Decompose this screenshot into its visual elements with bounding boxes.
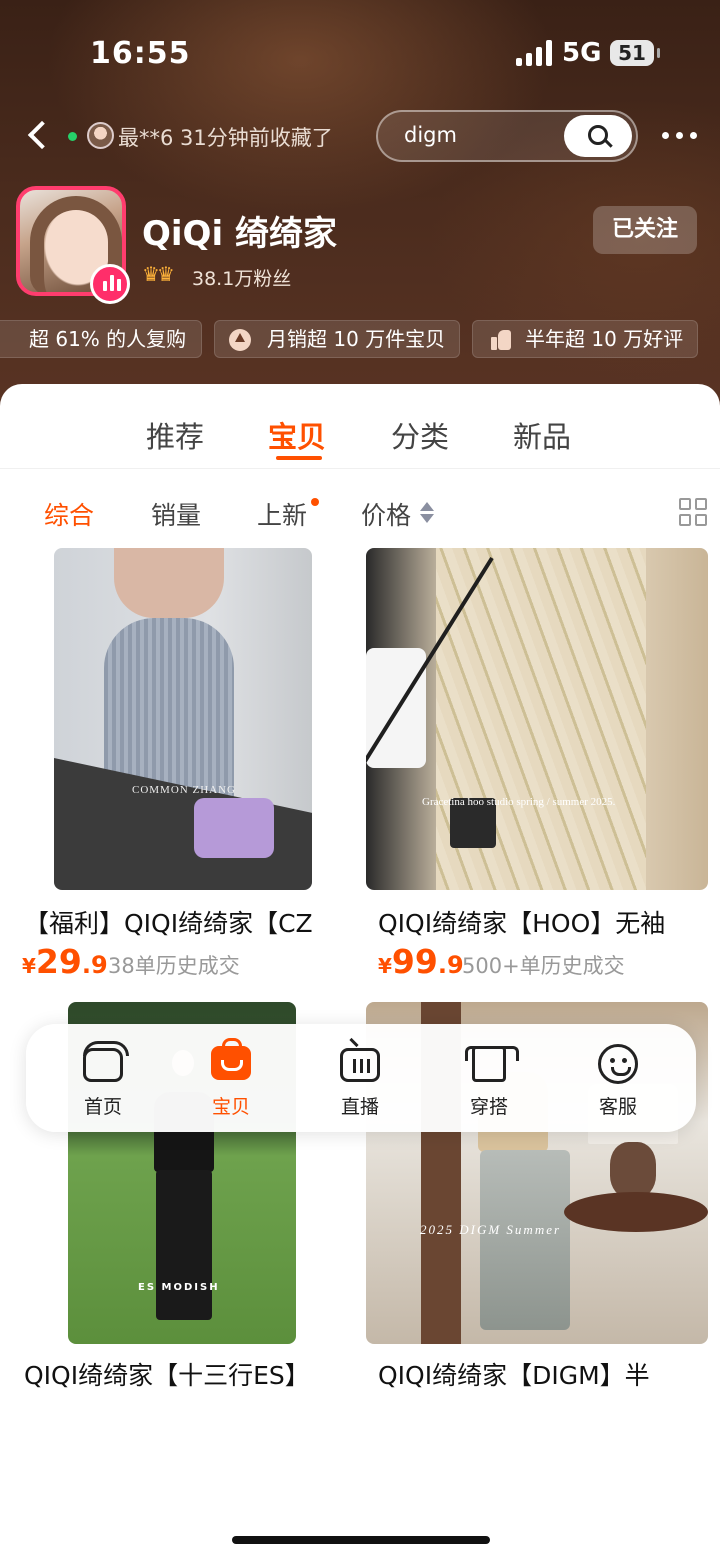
visitor-avatar [87, 122, 114, 149]
face-icon [598, 1044, 638, 1084]
product-image[interactable]: Gracetina hoo studio spring / summer 202… [366, 548, 708, 890]
nav-products[interactable]: 宝贝 [176, 1024, 286, 1132]
new-dot-icon [311, 498, 319, 506]
highlight-label: 半年超 10 万好评 [525, 327, 684, 351]
arrow-up-icon [229, 329, 251, 351]
highlight-label: 超 61% 的人复购 [29, 327, 187, 351]
tab-categories[interactable]: 分类 [391, 414, 449, 456]
image-watermark: COMMON ZHANG [132, 784, 236, 796]
tv-icon [340, 1048, 380, 1082]
product-title[interactable]: 【福利】QIQI绮绮家【CZ [24, 904, 340, 940]
product-title[interactable]: QIQI绮绮家【十三行ES】 [24, 1356, 354, 1392]
tab-indicator [276, 456, 322, 460]
tab-recommend[interactable]: 推荐 [146, 414, 204, 456]
network-type: 5G [562, 38, 602, 68]
grid-layout-icon[interactable] [679, 498, 709, 528]
sort-price[interactable]: 价格 [361, 496, 411, 532]
highlight-label: 月销超 10 万件宝贝 [267, 327, 446, 351]
online-dot-icon [68, 132, 77, 141]
product-image[interactable]: COMMON ZHANG [54, 548, 312, 890]
signal-icon [516, 40, 554, 66]
battery-icon: 51 [610, 40, 660, 66]
status-time: 16:55 [90, 36, 191, 71]
main-content: 推荐 宝贝 分类 新品 综合 销量 上新 价格 COMMON ZHANG 【福利… [0, 384, 720, 1560]
nav-service[interactable]: 客服 [563, 1024, 673, 1132]
shop-name: QiQi 绮绮家 [142, 214, 337, 254]
nav-live[interactable]: 直播 [305, 1024, 415, 1132]
live-badge-icon[interactable] [90, 264, 130, 304]
follow-button[interactable]: 已关注 [593, 206, 697, 254]
crown-icon: ♛♛ [142, 262, 175, 286]
fans-count: 38.1万粉丝 [192, 268, 292, 290]
status-bar: 16:55 5G 51 [0, 0, 720, 100]
sort-newest[interactable]: 上新 [257, 496, 307, 532]
bottom-nav: 首页 宝贝 直播 穿搭 客服 [26, 1024, 696, 1132]
highlight-repurchase[interactable]: 超 61% 的人复购 [0, 320, 202, 358]
search-box[interactable]: digm [376, 110, 638, 162]
image-watermark: Gracetina hoo studio spring / summer 202… [422, 796, 616, 808]
image-watermark: 2025 DIGM Summer [420, 1222, 562, 1237]
collect-notice: 最**6 31分钟前收藏了 [118, 126, 333, 150]
product-price: ¥99.9 [378, 942, 464, 981]
nav-home[interactable]: 首页 [48, 1024, 158, 1132]
bag-icon [211, 1038, 251, 1080]
search-input[interactable]: digm [404, 123, 457, 147]
top-nav: 最**6 31分钟前收藏了 digm [0, 106, 720, 166]
tab-new[interactable]: 新品 [513, 414, 571, 456]
highlight-reviews[interactable]: 半年超 10 万好评 [472, 320, 698, 358]
search-button[interactable] [564, 115, 632, 157]
home-icon [83, 1041, 129, 1082]
thumbs-up-icon [491, 328, 511, 350]
highlight-monthly-sales[interactable]: 月销超 10 万件宝贝 [214, 320, 460, 358]
nav-outfits[interactable]: 穿搭 [434, 1024, 544, 1132]
product-title[interactable]: QIQI绮绮家【HOO】无袖 [378, 904, 708, 940]
tab-products[interactable]: 宝贝 [268, 414, 326, 456]
product-sold-count: 500+单历史成交 [462, 954, 625, 978]
shirt-icon [465, 1046, 519, 1082]
more-icon[interactable] [660, 120, 700, 150]
home-indicator[interactable] [232, 1536, 490, 1544]
product-title[interactable]: QIQI绮绮家【DIGM】半 [378, 1356, 708, 1392]
product-sold-count: 38单历史成交 [108, 954, 240, 978]
product-price: ¥29.9 [22, 942, 108, 981]
sort-sales[interactable]: 销量 [151, 496, 201, 532]
back-button[interactable] [22, 118, 56, 154]
sort-arrows-icon [420, 502, 434, 524]
sort-overall[interactable]: 综合 [44, 496, 94, 532]
image-watermark: ES MODISH [138, 1282, 220, 1293]
